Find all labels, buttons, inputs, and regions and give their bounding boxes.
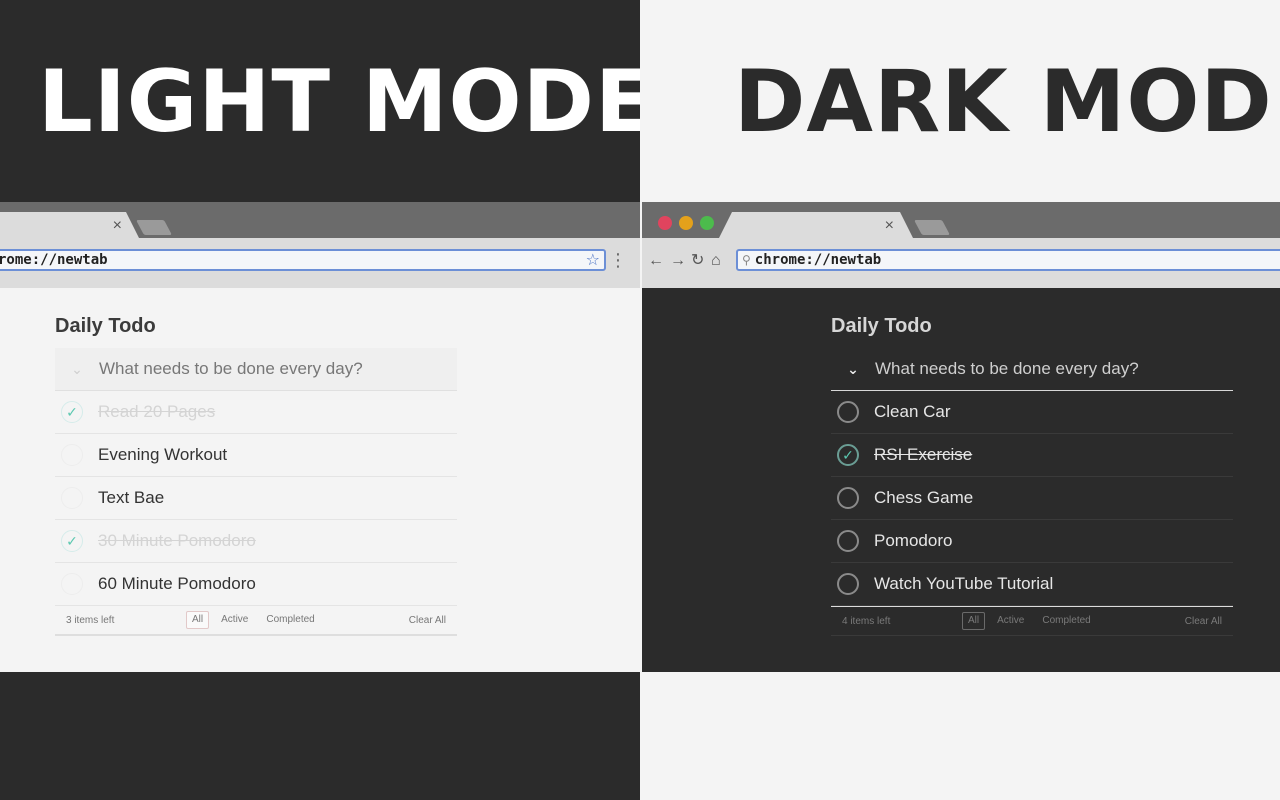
new-todo-input[interactable]: ⌄ What needs to be done every day?: [55, 348, 457, 391]
todo-app: Daily Todo ⌄ What needs to be done every…: [831, 314, 1233, 636]
light-bottom-band: [0, 672, 640, 800]
items-left-count: 4 items left: [842, 616, 891, 627]
new-tab-button[interactable]: [136, 220, 172, 235]
filter-completed[interactable]: Completed: [1036, 612, 1096, 630]
forward-arrow-icon[interactable]: →: [670, 251, 686, 271]
new-tab-button[interactable]: [914, 220, 950, 235]
empty-circle-icon[interactable]: [61, 573, 83, 595]
back-arrow-icon[interactable]: ←: [648, 251, 664, 271]
filter-active[interactable]: Active: [991, 612, 1030, 630]
close-icon[interactable]: ×: [113, 216, 122, 236]
address-bar[interactable]: rome://newtab ☆: [0, 249, 606, 271]
todo-list: Clean Car ✓ RSI Exercise Chess Game Pomodoro…: [831, 391, 1233, 606]
empty-circle-icon[interactable]: [61, 444, 83, 466]
empty-circle-icon[interactable]: [61, 487, 83, 509]
minimize-window-button[interactable]: [679, 216, 693, 230]
dark-mode-panel: DARK MODE × ← → ↻ ⌂ ⚲ chrome://newtab Da…: [640, 0, 1280, 800]
dark-mode-heading: DARK MODE: [734, 52, 1280, 152]
todo-text: Read 20 Pages: [98, 402, 216, 421]
empty-circle-icon[interactable]: [837, 401, 859, 423]
browser-tab[interactable]: ×: [0, 212, 140, 238]
browser-tab[interactable]: ×: [718, 212, 914, 238]
todo-item[interactable]: Text Bae: [55, 477, 457, 520]
page-title: Daily Todo: [831, 315, 932, 337]
todo-text: Pomodoro: [874, 531, 953, 550]
new-todo-placeholder: What needs to be done every day?: [875, 359, 1139, 378]
search-icon: ⚲: [742, 253, 751, 267]
bookmark-star-icon[interactable]: ☆: [586, 250, 600, 270]
tab-strip: ×: [642, 202, 1280, 238]
kebab-menu-icon[interactable]: ⋮: [609, 250, 627, 270]
empty-circle-icon[interactable]: [837, 573, 859, 595]
filter-group: All Active Completed: [186, 611, 321, 629]
empty-circle-icon[interactable]: [837, 530, 859, 552]
empty-circle-icon[interactable]: [837, 487, 859, 509]
items-left-count: 3 items left: [66, 615, 115, 626]
dark-bottom-band: [640, 672, 1280, 800]
light-mode-panel: LIGHT MODE × rome://newtab ☆ ⋮ Daily Tod…: [0, 0, 640, 800]
page-title: Daily Todo: [55, 315, 156, 337]
todo-text: Watch YouTube Tutorial: [874, 574, 1054, 593]
home-icon[interactable]: ⌂: [711, 251, 721, 271]
filter-group: All Active Completed: [962, 612, 1097, 630]
todo-item[interactable]: ✓ 30 Minute Pomodoro: [55, 520, 457, 563]
todo-text: Text Bae: [98, 488, 165, 507]
close-icon[interactable]: ×: [885, 216, 894, 236]
todo-item[interactable]: Chess Game: [831, 477, 1233, 520]
address-bar[interactable]: ⚲ chrome://newtab: [736, 249, 1280, 271]
filter-active[interactable]: Active: [215, 611, 254, 629]
light-browser-window: × rome://newtab ☆ ⋮ Daily Todo ⌄ What ne…: [0, 202, 640, 672]
todo-item[interactable]: Evening Workout: [55, 434, 457, 477]
new-todo-placeholder: What needs to be done every day?: [99, 359, 363, 378]
todo-footer: 4 items left All Active Completed Clear …: [831, 606, 1233, 636]
todo-text: Clean Car: [874, 402, 951, 421]
chevron-down-icon[interactable]: ⌄: [55, 361, 99, 378]
page-viewport: Daily Todo ⌄ What needs to be done every…: [642, 288, 1280, 672]
browser-toolbar: ← → ↻ ⌂ ⚲ chrome://newtab: [642, 238, 1280, 288]
light-mode-heading: LIGHT MODE: [38, 52, 640, 152]
todo-item[interactable]: 60 Minute Pomodoro: [55, 563, 457, 606]
window-controls: [658, 216, 714, 230]
todo-item[interactable]: ✓ RSI Exercise: [831, 434, 1233, 477]
maximize-window-button[interactable]: [700, 216, 714, 230]
todo-text: 30 Minute Pomodoro: [98, 531, 256, 550]
checked-circle-icon[interactable]: ✓: [61, 530, 83, 552]
tab-strip: ×: [0, 202, 640, 238]
todo-item[interactable]: Clean Car: [831, 391, 1233, 434]
todo-text: 60 Minute Pomodoro: [98, 574, 256, 593]
todo-list: ✓ Read 20 Pages Evening Workout Text Bae ✓ 30…: [55, 391, 457, 606]
url-text: rome://newtab: [0, 252, 108, 268]
clear-all-button[interactable]: Clear All: [1185, 616, 1222, 627]
checked-circle-icon[interactable]: ✓: [837, 444, 859, 466]
todo-app: Daily Todo ⌄ What needs to be done every…: [55, 314, 457, 636]
todo-text: Evening Workout: [98, 445, 228, 464]
new-todo-input[interactable]: ⌄ What needs to be done every day?: [831, 348, 1233, 391]
reload-icon[interactable]: ↻: [691, 251, 704, 271]
todo-footer: 3 items left All Active Completed Clear …: [55, 606, 457, 636]
checked-circle-icon[interactable]: ✓: [61, 401, 83, 423]
todo-item[interactable]: ✓ Read 20 Pages: [55, 391, 457, 434]
dark-browser-window: × ← → ↻ ⌂ ⚲ chrome://newtab Daily Todo ⌄…: [642, 202, 1280, 672]
chevron-down-icon[interactable]: ⌄: [831, 361, 875, 378]
filter-all[interactable]: All: [962, 612, 986, 630]
url-text: chrome://newtab: [754, 252, 882, 268]
todo-text: Chess Game: [874, 488, 974, 507]
browser-toolbar: rome://newtab ☆ ⋮: [0, 238, 640, 288]
todo-item[interactable]: Pomodoro: [831, 520, 1233, 563]
todo-text: RSI Exercise: [874, 445, 973, 464]
filter-completed[interactable]: Completed: [260, 611, 320, 629]
filter-all[interactable]: All: [186, 611, 210, 629]
todo-item[interactable]: Watch YouTube Tutorial: [831, 563, 1233, 606]
close-window-button[interactable]: [658, 216, 672, 230]
clear-all-button[interactable]: Clear All: [409, 615, 446, 626]
page-viewport: Daily Todo ⌄ What needs to be done every…: [0, 288, 640, 672]
